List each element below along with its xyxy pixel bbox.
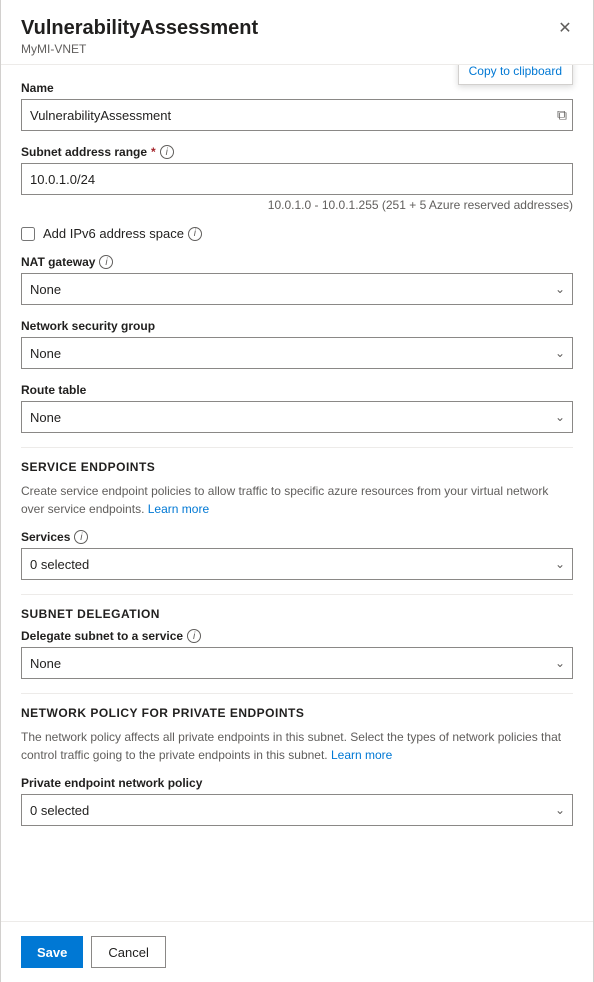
close-icon: ✕ [558, 18, 571, 38]
service-endpoints-description: Create service endpoint policies to allo… [21, 482, 573, 518]
close-button[interactable]: ✕ [551, 14, 579, 42]
nsg-label: Network security group [21, 319, 573, 333]
delegate-select[interactable]: None [21, 647, 573, 679]
address-hint: 10.0.1.0 - 10.0.1.255 (251 + 5 Azure res… [21, 198, 573, 212]
subnet-address-label: Subnet address range * i [21, 145, 573, 159]
delegate-info-icon[interactable]: i [187, 629, 201, 643]
subnet-address-input[interactable] [21, 163, 573, 195]
private-endpoint-select[interactable]: 0 selected [21, 794, 573, 826]
nat-gateway-info-icon[interactable]: i [99, 255, 113, 269]
nat-gateway-label: NAT gateway i [21, 255, 573, 269]
copy-icon-button[interactable]: ⧉ [555, 105, 569, 126]
copy-icon: ⧉ [557, 107, 567, 123]
services-label: Services i [21, 530, 573, 544]
copy-to-clipboard-tooltip: Copy to clipboard [458, 65, 573, 85]
name-input-wrapper: Copy to clipboard ⧉ [21, 99, 573, 131]
private-endpoint-select-wrapper: 0 selected ⌄ [21, 794, 573, 826]
name-input[interactable] [21, 99, 573, 131]
cancel-button[interactable]: Cancel [91, 936, 165, 968]
delegate-field-group: Delegate subnet to a service i None ⌄ [21, 629, 573, 679]
nsg-select[interactable]: None [21, 337, 573, 369]
route-table-label: Route table [21, 383, 573, 397]
ipv6-checkbox-row: Add IPv6 address space i [21, 226, 573, 241]
subnet-address-info-icon[interactable]: i [160, 145, 174, 159]
private-endpoint-field-group: Private endpoint network policy 0 select… [21, 776, 573, 826]
nat-gateway-select[interactable]: None [21, 273, 573, 305]
panel-footer: Save Cancel [1, 921, 593, 982]
nat-gateway-field-group: NAT gateway i None ⌄ [21, 255, 573, 305]
ipv6-label: Add IPv6 address space i [43, 226, 202, 241]
divider-3 [21, 693, 573, 694]
delegate-select-wrapper: None ⌄ [21, 647, 573, 679]
route-table-select-wrapper: None ⌄ [21, 401, 573, 433]
divider-1 [21, 447, 573, 448]
ipv6-checkbox[interactable] [21, 227, 35, 241]
panel-body: Name Copy to clipboard ⧉ Subnet address … [1, 65, 593, 921]
route-table-select[interactable]: None [21, 401, 573, 433]
panel-title: VulnerabilityAssessment [21, 16, 573, 40]
ipv6-info-icon[interactable]: i [188, 227, 202, 241]
services-field-group: Services i 0 selected ⌄ [21, 530, 573, 580]
name-field-group: Name Copy to clipboard ⧉ [21, 81, 573, 131]
service-endpoints-heading: SERVICE ENDPOINTS [21, 460, 573, 474]
network-policy-learn-more[interactable]: Learn more [331, 748, 392, 762]
nat-gateway-select-wrapper: None ⌄ [21, 273, 573, 305]
edit-subnet-panel: VulnerabilityAssessment MyMI-VNET ✕ Name… [0, 0, 594, 982]
route-table-field-group: Route table None ⌄ [21, 383, 573, 433]
private-endpoint-label: Private endpoint network policy [21, 776, 573, 790]
service-endpoints-learn-more[interactable]: Learn more [148, 502, 209, 516]
required-indicator: * [151, 145, 156, 159]
services-info-icon[interactable]: i [74, 530, 88, 544]
nsg-select-wrapper: None ⌄ [21, 337, 573, 369]
nsg-field-group: Network security group None ⌄ [21, 319, 573, 369]
network-policy-heading: NETWORK POLICY FOR PRIVATE ENDPOINTS [21, 706, 573, 720]
subnet-delegation-heading: SUBNET DELEGATION [21, 607, 573, 621]
services-select[interactable]: 0 selected [21, 548, 573, 580]
save-button[interactable]: Save [21, 936, 83, 968]
panel-subtitle: MyMI-VNET [21, 42, 573, 56]
subnet-address-field-group: Subnet address range * i 10.0.1.0 - 10.0… [21, 145, 573, 212]
network-policy-description: The network policy affects all private e… [21, 728, 573, 764]
panel-header: VulnerabilityAssessment MyMI-VNET ✕ [1, 0, 593, 65]
delegate-label: Delegate subnet to a service i [21, 629, 573, 643]
divider-2 [21, 594, 573, 595]
clipboard-label: Copy to clipboard [469, 65, 562, 78]
services-select-wrapper: 0 selected ⌄ [21, 548, 573, 580]
